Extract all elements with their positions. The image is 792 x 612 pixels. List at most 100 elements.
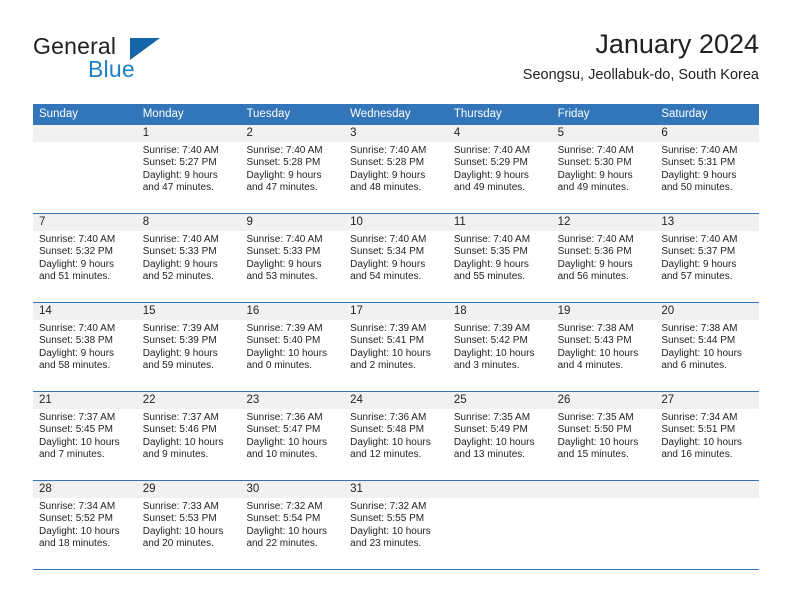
calendar-day-cell[interactable]: 4 Sunrise: 7:40 AM Sunset: 5:29 PM Daylight… [447,125,552,213]
sunrise-text: Sunrise: 7:40 AM [142,145,219,156]
sunrise-text: Sunrise: 7:40 AM [453,145,531,156]
sunset-text: Sunset: 5:30 PM [557,157,632,169]
sunset-text: Sunset: 5:36 PM [557,246,632,258]
daylight-text: Daylight: 9 hours and 48 minutes. [350,169,426,194]
weekday-header-wednesday: Wednesday [350,108,411,120]
weekday-header-tuesday: Tuesday [246,108,291,120]
day-number: 13 [655,214,760,231]
daylight-text: Daylight: 9 hours and 47 minutes. [142,169,218,194]
calendar-day-cell[interactable]: 21 Sunrise: 7:37 AM Sunset: 5:45 PM Dayligh… [33,392,137,480]
sunset-text: Sunset: 5:29 PM [453,157,528,169]
calendar-day-cell[interactable]: 15 Sunrise: 7:39 AM Sunset: 5:39 PM Dayligh… [136,303,241,391]
brand-logo[interactable]: General Blue [33,33,233,85]
weekday-header-thursday: Thursday [453,108,502,120]
daylight-text: Daylight: 10 hours and 18 minutes. [39,525,120,550]
calendar-day-cell[interactable]: 10 Sunrise: 7:40 AM Sunset: 5:34 PM Dayligh… [344,214,448,302]
sunrise-text: Sunrise: 7:40 AM [246,145,323,156]
day-number: 26 [551,392,656,409]
calendar-day-cell[interactable]: 12 Sunrise: 7:40 AM Sunset: 5:36 PM Dayligh… [551,214,656,302]
calendar-day-cell[interactable]: 2 Sunrise: 7:40 AM Sunset: 5:28 PM Daylight… [240,125,345,213]
calendar-week-row: 28 Sunrise: 7:34 AM Sunset: 5:52 PM Dayligh… [33,481,760,570]
daylight-text: Daylight: 10 hours and 23 minutes. [350,525,431,550]
calendar-day-cell[interactable]: 25 Sunrise: 7:35 AM Sunset: 5:49 PM Dayligh… [447,392,552,480]
day-sun-info: Sunrise: 7:34 AM Sunset: 5:51 PM Daylight:… [655,409,759,462]
sunrise-text: Sunrise: 7:34 AM [39,501,116,512]
daylight-text: Daylight: 10 hours and 10 minutes. [246,436,328,461]
weekday-header-friday: Friday [557,108,590,120]
calendar-day-cell[interactable]: 23 Sunrise: 7:36 AM Sunset: 5:47 PM Dayligh… [240,392,345,480]
sunset-text: Sunset: 5:54 PM [246,513,321,525]
day-number: 25 [447,392,552,409]
sunset-text: Sunset: 5:28 PM [350,157,425,169]
day-sun-info: Sunrise: 7:36 AM Sunset: 5:48 PM Daylight:… [344,409,448,462]
daylight-text: Daylight: 10 hours and 22 minutes. [246,525,328,550]
day-number: 23 [240,392,345,409]
sunset-text: Sunset: 5:40 PM [246,335,321,347]
daylight-text: Daylight: 10 hours and 13 minutes. [453,436,535,461]
day-number [655,481,760,498]
day-sun-info: Sunrise: 7:35 AM Sunset: 5:50 PM Daylight:… [552,409,656,462]
sunrise-text: Sunrise: 7:39 AM [350,323,427,334]
sunrise-text: Sunrise: 7:40 AM [661,145,738,156]
day-sun-info: Sunrise: 7:34 AM Sunset: 5:52 PM Daylight:… [33,498,137,551]
day-sun-info: Sunrise: 7:32 AM Sunset: 5:55 PM Daylight:… [344,498,448,551]
calendar-day-cell[interactable]: 14 Sunrise: 7:40 AM Sunset: 5:38 PM Dayligh… [33,303,137,391]
sunset-text: Sunset: 5:31 PM [661,157,736,169]
day-number: 22 [136,392,241,409]
calendar-day-cell[interactable]: 22 Sunrise: 7:37 AM Sunset: 5:46 PM Dayligh… [136,392,241,480]
day-number: 2 [240,125,345,142]
calendar-day-cell[interactable]: 19 Sunrise: 7:38 AM Sunset: 5:43 PM Dayligh… [551,303,656,391]
calendar-day-cell[interactable]: 8 Sunrise: 7:40 AM Sunset: 5:33 PM Daylight… [136,214,241,302]
daylight-text: Daylight: 10 hours and 7 minutes. [39,436,120,461]
calendar-day-cell[interactable]: 5 Sunrise: 7:40 AM Sunset: 5:30 PM Daylight… [551,125,656,213]
day-sun-info: Sunrise: 7:32 AM Sunset: 5:54 PM Daylight:… [240,498,344,551]
calendar-day-cell[interactable]: 29 Sunrise: 7:33 AM Sunset: 5:53 PM Dayligh… [136,481,241,569]
day-sun-info: Sunrise: 7:35 AM Sunset: 5:49 PM Daylight:… [448,409,552,462]
daylight-text: Daylight: 9 hours and 47 minutes. [246,169,322,194]
daylight-text: Daylight: 9 hours and 50 minutes. [661,169,737,194]
sunrise-text: Sunrise: 7:39 AM [453,323,531,334]
calendar-grid: Sunday Monday Tuesday Wednesday Thursday Frid… [33,104,760,570]
sunrise-text: Sunrise: 7:39 AM [246,323,323,334]
day-sun-info: Sunrise: 7:40 AM Sunset: 5:37 PM Daylight:… [655,231,759,284]
calendar-day-cell[interactable]: 3 Sunrise: 7:40 AM Sunset: 5:28 PM Daylight… [344,125,448,213]
calendar-day-cell[interactable]: 31 Sunrise: 7:32 AM Sunset: 5:55 PM Dayligh… [344,481,448,569]
calendar-day-cell[interactable]: 18 Sunrise: 7:39 AM Sunset: 5:42 PM Dayligh… [447,303,552,391]
day-number: 16 [240,303,345,320]
calendar-day-cell[interactable]: 26 Sunrise: 7:35 AM Sunset: 5:50 PM Dayligh… [551,392,656,480]
calendar-day-cell[interactable]: 27 Sunrise: 7:34 AM Sunset: 5:51 PM Dayligh… [655,392,760,480]
sunset-text: Sunset: 5:33 PM [246,246,321,258]
day-sun-info: Sunrise: 7:40 AM Sunset: 5:33 PM Daylight:… [137,231,241,284]
weekday-header-monday: Monday [142,108,184,120]
day-sun-info: Sunrise: 7:40 AM Sunset: 5:34 PM Daylight:… [344,231,448,284]
calendar-day-cell[interactable]: 28 Sunrise: 7:34 AM Sunset: 5:52 PM Dayligh… [33,481,137,569]
calendar-day-cell[interactable]: 20 Sunrise: 7:38 AM Sunset: 5:44 PM Dayligh… [655,303,760,391]
daylight-text: Daylight: 9 hours and 54 minutes. [350,258,426,283]
daylight-text: Daylight: 9 hours and 52 minutes. [142,258,218,283]
daylight-text: Daylight: 10 hours and 16 minutes. [661,436,742,461]
daylight-text: Daylight: 9 hours and 49 minutes. [453,169,529,194]
day-sun-info: Sunrise: 7:40 AM Sunset: 5:33 PM Daylight:… [240,231,344,284]
calendar-day-cell[interactable]: 9 Sunrise: 7:40 AM Sunset: 5:33 PM Daylight… [240,214,345,302]
calendar-day-cell[interactable]: 6 Sunrise: 7:40 AM Sunset: 5:31 PM Daylight… [655,125,760,213]
day-sun-info: Sunrise: 7:39 AM Sunset: 5:42 PM Daylight:… [448,320,552,373]
calendar-day-cell[interactable]: 13 Sunrise: 7:40 AM Sunset: 5:37 PM Dayligh… [655,214,760,302]
calendar-day-cell[interactable]: 16 Sunrise: 7:39 AM Sunset: 5:40 PM Dayligh… [240,303,345,391]
daylight-text: Daylight: 10 hours and 9 minutes. [142,436,224,461]
calendar-day-cell-empty [447,481,552,569]
calendar-day-cell[interactable]: 1 Sunrise: 7:40 AM Sunset: 5:27 PM Daylight… [136,125,241,213]
sunrise-text: Sunrise: 7:37 AM [39,412,116,423]
day-sun-info: Sunrise: 7:39 AM Sunset: 5:40 PM Daylight:… [240,320,344,373]
calendar-day-cell[interactable]: 24 Sunrise: 7:36 AM Sunset: 5:48 PM Dayligh… [344,392,448,480]
sunrise-text: Sunrise: 7:40 AM [453,234,531,245]
calendar-day-cell[interactable]: 17 Sunrise: 7:39 AM Sunset: 5:41 PM Dayligh… [344,303,448,391]
day-number: 3 [344,125,448,142]
sunrise-text: Sunrise: 7:40 AM [246,234,323,245]
sunrise-text: Sunrise: 7:34 AM [661,412,738,423]
sunrise-text: Sunrise: 7:39 AM [142,323,219,334]
sunrise-text: Sunrise: 7:40 AM [350,234,427,245]
calendar-day-cell[interactable]: 30 Sunrise: 7:32 AM Sunset: 5:54 PM Dayligh… [240,481,345,569]
calendar-day-cell[interactable]: 11 Sunrise: 7:40 AM Sunset: 5:35 PM Dayligh… [447,214,552,302]
calendar-day-cell[interactable]: 7 Sunrise: 7:40 AM Sunset: 5:32 PM Daylight… [33,214,137,302]
day-number: 6 [655,125,760,142]
